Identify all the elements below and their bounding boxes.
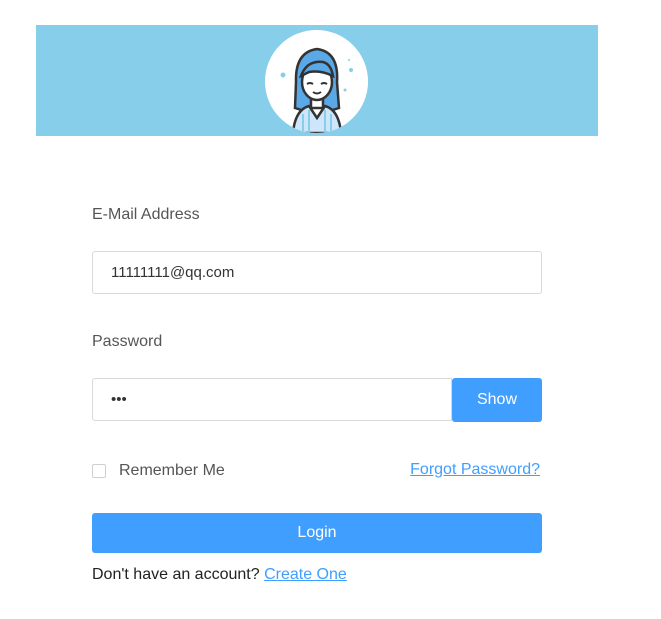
forgot-password-link[interactable]: Forgot Password? (410, 461, 540, 479)
login-button[interactable]: Login (92, 513, 542, 553)
signup-row: Don't have an account? Create One (92, 566, 347, 584)
user-avatar-icon (265, 30, 368, 133)
remember-me-label[interactable]: Remember Me (119, 462, 225, 480)
email-input[interactable] (92, 251, 542, 294)
remember-row: Remember Me Forgot Password? (92, 461, 542, 482)
show-password-button[interactable]: Show (452, 378, 542, 422)
signup-prompt: Don't have an account? (92, 566, 260, 583)
remember-me-checkbox[interactable] (92, 464, 106, 478)
create-account-link[interactable]: Create One (264, 566, 347, 583)
password-label: Password (92, 333, 163, 350)
email-label: E-Mail Address (92, 206, 200, 223)
password-input[interactable] (92, 378, 452, 421)
